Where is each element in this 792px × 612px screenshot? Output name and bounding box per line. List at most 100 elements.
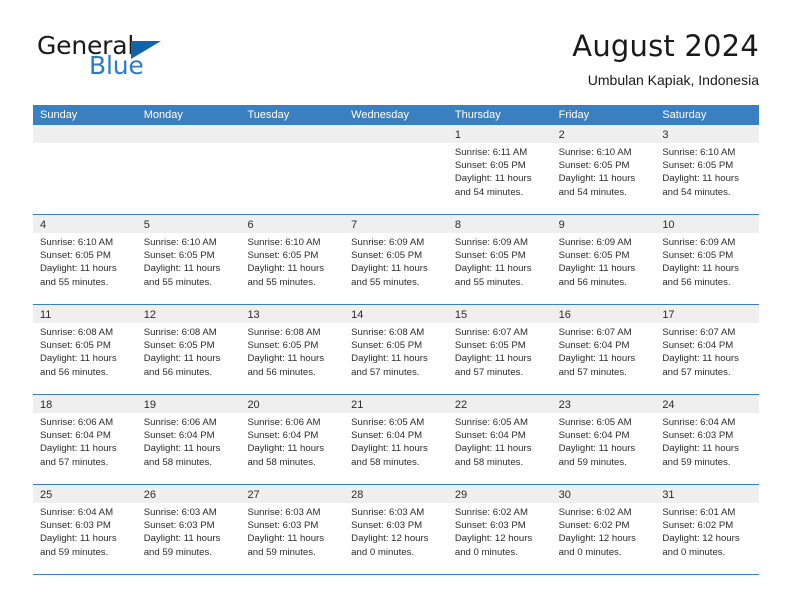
calendar-day-cell[interactable]: 18 Sunrise: 6:06 AM Sunset: 6:04 PM Dayligh… xyxy=(33,395,137,484)
day-details: Sunrise: 6:10 AM Sunset: 6:05 PM Daylight:… xyxy=(33,233,137,289)
calendar-day-cell[interactable]: 10 Sunrise: 6:09 AM Sunset: 6:05 PM Dayligh… xyxy=(655,215,760,304)
calendar-week-row: 1 Sunrise: 6:11 AM Sunset: 6:05 PM Daylight… xyxy=(33,125,760,215)
day-details: Sunrise: 6:03 AM Sunset: 6:03 PM Daylight:… xyxy=(240,503,344,559)
daylight-duration-line1: Daylight: 11 hours xyxy=(662,173,739,185)
day-number: 7 xyxy=(351,219,358,231)
sunset-time: Sunset: 6:03 PM xyxy=(143,520,215,532)
daylight-duration-line1: Daylight: 11 hours xyxy=(662,353,739,365)
daylight-duration-line1: Daylight: 11 hours xyxy=(143,353,221,365)
sunset-time: Sunset: 6:05 PM xyxy=(558,160,630,172)
calendar-day-cell[interactable]: 4 Sunrise: 6:10 AM Sunset: 6:05 PM Daylight… xyxy=(33,215,137,304)
calendar-day-cell[interactable]: 14 Sunrise: 6:08 AM Sunset: 6:05 PM Dayligh… xyxy=(344,305,448,394)
day-number: 4 xyxy=(40,219,47,231)
day-details: Sunrise: 6:05 AM Sunset: 6:04 PM Daylight:… xyxy=(344,413,448,469)
calendar-week-row: 18 Sunrise: 6:06 AM Sunset: 6:04 PM Dayligh… xyxy=(33,395,760,485)
calendar-day-cell[interactable]: 19 Sunrise: 6:06 AM Sunset: 6:04 PM Dayligh… xyxy=(136,395,241,484)
daylight-duration-line1: Daylight: 11 hours xyxy=(351,443,428,455)
day-details: Sunrise: 6:01 AM Sunset: 6:02 PM Daylight:… xyxy=(655,503,759,559)
calendar-day-cell[interactable]: 16 Sunrise: 6:07 AM Sunset: 6:04 PM Dayligh… xyxy=(551,305,656,394)
day-number-band: 9 xyxy=(551,215,656,233)
calendar-day-cell[interactable]: 24 Sunrise: 6:04 AM Sunset: 6:03 PM Dayligh… xyxy=(655,395,760,484)
sunrise-time: Sunrise: 6:05 AM xyxy=(351,417,425,428)
day-details: Sunrise: 6:07 AM Sunset: 6:05 PM Daylight:… xyxy=(448,323,552,379)
calendar-day-cell[interactable]: 8 Sunrise: 6:09 AM Sunset: 6:05 PM Daylight… xyxy=(447,215,552,304)
daylight-duration-line2: and 57 minutes. xyxy=(351,366,420,378)
sunset-time: Sunset: 6:03 PM xyxy=(454,520,526,532)
day-number: 8 xyxy=(454,219,461,231)
calendar-day-cell-empty xyxy=(33,125,137,214)
sunset-time: Sunset: 6:03 PM xyxy=(247,520,319,532)
sunrise-time: Sunrise: 6:01 AM xyxy=(662,507,736,518)
daylight-duration-line1: Daylight: 11 hours xyxy=(247,443,325,455)
day-number: 5 xyxy=(143,219,150,231)
sunrise-time: Sunrise: 6:08 AM xyxy=(40,327,114,338)
daylight-duration-line1: Daylight: 11 hours xyxy=(143,263,221,275)
sunset-time: Sunset: 6:05 PM xyxy=(351,250,423,262)
daylight-duration-line2: and 59 minutes. xyxy=(40,546,109,558)
sunrise-time: Sunrise: 6:02 AM xyxy=(454,507,528,518)
day-number: 29 xyxy=(454,489,468,501)
day-details: Sunrise: 6:11 AM Sunset: 6:05 PM Daylight:… xyxy=(448,143,552,199)
page-title: August 2024 xyxy=(572,29,759,63)
calendar-day-cell[interactable]: 31 Sunrise: 6:01 AM Sunset: 6:02 PM Dayligh… xyxy=(655,485,760,574)
daylight-duration-line1: Daylight: 11 hours xyxy=(558,173,636,185)
calendar-day-cell[interactable]: 28 Sunrise: 6:03 AM Sunset: 6:03 PM Dayligh… xyxy=(344,485,448,574)
day-details: Sunrise: 6:10 AM Sunset: 6:05 PM Daylight:… xyxy=(137,233,241,289)
calendar-day-cell[interactable]: 22 Sunrise: 6:05 AM Sunset: 6:04 PM Dayligh… xyxy=(447,395,552,484)
day-number-band xyxy=(33,125,137,143)
sunrise-time: Sunrise: 6:11 AM xyxy=(454,147,528,158)
day-details: Sunrise: 6:06 AM Sunset: 6:04 PM Daylight:… xyxy=(137,413,241,469)
daylight-duration-line1: Daylight: 11 hours xyxy=(558,353,636,365)
page-subtitle: Umbulan Kapiak, Indonesia xyxy=(587,72,759,88)
calendar-day-cell[interactable]: 23 Sunrise: 6:05 AM Sunset: 6:04 PM Dayligh… xyxy=(551,395,656,484)
sunset-time: Sunset: 6:03 PM xyxy=(40,520,111,532)
calendar-day-cell[interactable]: 3 Sunrise: 6:10 AM Sunset: 6:05 PM Daylight… xyxy=(655,125,760,214)
day-number-band xyxy=(240,125,345,143)
day-number: 1 xyxy=(454,129,461,141)
day-number: 9 xyxy=(558,219,565,231)
sunset-time: Sunset: 6:05 PM xyxy=(662,160,734,172)
day-details: Sunrise: 6:09 AM Sunset: 6:05 PM Daylight:… xyxy=(655,233,759,289)
sunset-time: Sunset: 6:02 PM xyxy=(558,520,630,532)
sunrise-time: Sunrise: 6:05 AM xyxy=(454,417,528,428)
day-number: 27 xyxy=(247,489,260,501)
calendar-day-cell[interactable]: 26 Sunrise: 6:03 AM Sunset: 6:03 PM Dayligh… xyxy=(136,485,241,574)
calendar-day-cell[interactable]: 11 Sunrise: 6:08 AM Sunset: 6:05 PM Dayligh… xyxy=(33,305,137,394)
day-number: 19 xyxy=(143,399,156,411)
daylight-duration-line2: and 55 minutes. xyxy=(454,276,524,288)
calendar-day-cell[interactable]: 9 Sunrise: 6:09 AM Sunset: 6:05 PM Daylight… xyxy=(551,215,656,304)
sunrise-time: Sunrise: 6:09 AM xyxy=(351,237,425,248)
sunrise-time: Sunrise: 6:04 AM xyxy=(40,507,114,518)
calendar-day-cell[interactable]: 29 Sunrise: 6:02 AM Sunset: 6:03 PM Dayligh… xyxy=(447,485,552,574)
day-details: Sunrise: 6:06 AM Sunset: 6:04 PM Daylight:… xyxy=(33,413,137,469)
calendar-day-cell[interactable]: 6 Sunrise: 6:10 AM Sunset: 6:05 PM Daylight… xyxy=(240,215,345,304)
calendar-day-cell[interactable]: 21 Sunrise: 6:05 AM Sunset: 6:04 PM Dayligh… xyxy=(344,395,448,484)
calendar-day-cell[interactable]: 27 Sunrise: 6:03 AM Sunset: 6:03 PM Dayligh… xyxy=(240,485,345,574)
day-number-band xyxy=(136,125,241,143)
sunset-time: Sunset: 6:05 PM xyxy=(454,250,526,262)
day-details: Sunrise: 6:08 AM Sunset: 6:05 PM Daylight:… xyxy=(344,323,448,379)
calendar-day-cell[interactable]: 30 Sunrise: 6:02 AM Sunset: 6:02 PM Dayligh… xyxy=(551,485,656,574)
sunset-time: Sunset: 6:05 PM xyxy=(247,250,319,262)
daylight-duration-line2: and 59 minutes. xyxy=(143,546,212,558)
day-number: 15 xyxy=(454,309,468,321)
daylight-duration-line2: and 59 minutes. xyxy=(662,456,731,468)
calendar-day-cell[interactable]: 5 Sunrise: 6:10 AM Sunset: 6:05 PM Daylight… xyxy=(136,215,241,304)
calendar-day-cell[interactable]: 7 Sunrise: 6:09 AM Sunset: 6:05 PM Daylight… xyxy=(344,215,448,304)
calendar-day-cell[interactable]: 2 Sunrise: 6:10 AM Sunset: 6:05 PM Daylight… xyxy=(551,125,656,214)
calendar-day-cell[interactable]: 1 Sunrise: 6:11 AM Sunset: 6:05 PM Daylight… xyxy=(447,125,552,214)
calendar-day-cell[interactable]: 17 Sunrise: 6:07 AM Sunset: 6:04 PM Dayligh… xyxy=(655,305,760,394)
day-number: 10 xyxy=(662,219,675,231)
calendar-day-cell[interactable]: 20 Sunrise: 6:06 AM Sunset: 6:04 PM Dayligh… xyxy=(240,395,345,484)
day-number: 31 xyxy=(662,489,675,501)
calendar-page: General Blue August 2024 Umbulan Kapiak,… xyxy=(0,0,792,612)
calendar-day-cell[interactable]: 12 Sunrise: 6:08 AM Sunset: 6:05 PM Dayligh… xyxy=(136,305,241,394)
calendar-day-cell[interactable]: 25 Sunrise: 6:04 AM Sunset: 6:03 PM Dayligh… xyxy=(33,485,137,574)
brand-logo[interactable]: General Blue xyxy=(33,32,253,88)
calendar-day-cell[interactable]: 13 Sunrise: 6:08 AM Sunset: 6:05 PM Dayligh… xyxy=(240,305,345,394)
daylight-duration-line1: Daylight: 11 hours xyxy=(662,263,739,275)
daylight-duration-line1: Daylight: 11 hours xyxy=(558,443,636,455)
calendar-day-cell[interactable]: 15 Sunrise: 6:07 AM Sunset: 6:05 PM Dayligh… xyxy=(447,305,552,394)
daylight-duration-line2: and 55 minutes. xyxy=(40,276,109,288)
daylight-duration-line1: Daylight: 11 hours xyxy=(40,443,117,455)
